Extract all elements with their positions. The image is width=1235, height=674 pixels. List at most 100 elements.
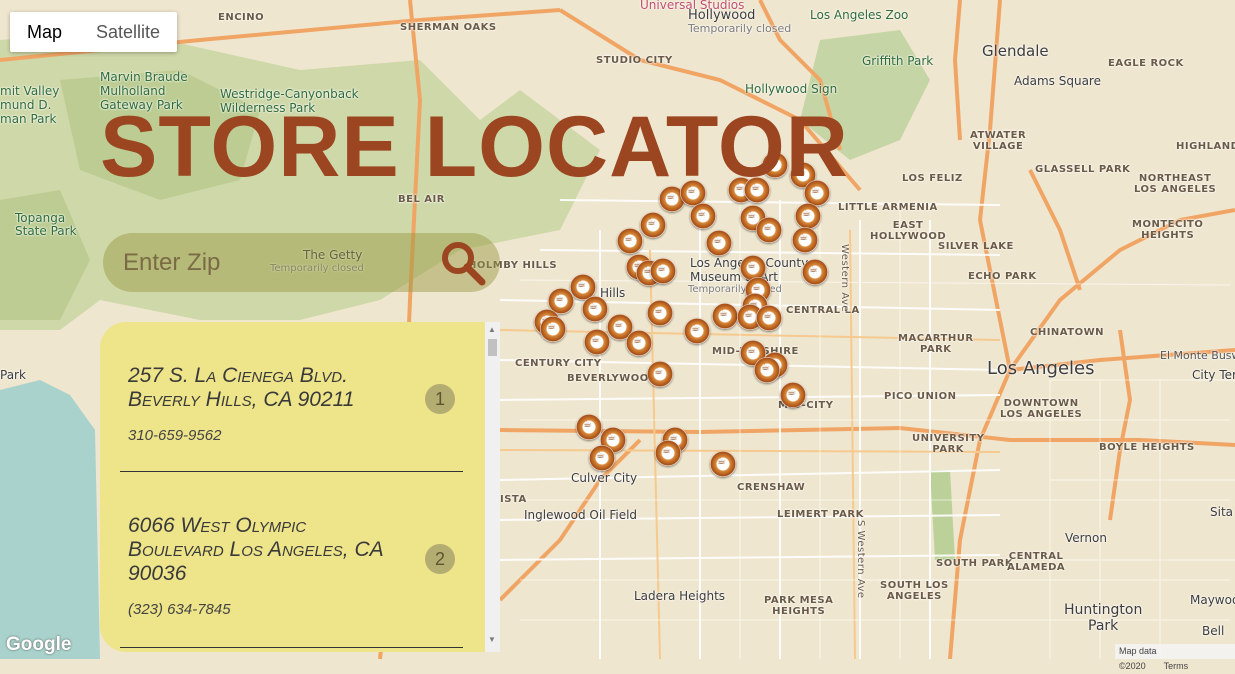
label-atwater: ATWATER VILLAGE [970, 130, 1027, 152]
page-title: STORE LOCATOR [100, 99, 849, 195]
label-culver-city: Culver City [571, 471, 638, 485]
store-marker[interactable] [640, 212, 666, 238]
store-marker[interactable] [647, 300, 673, 326]
store-marker[interactable] [684, 318, 710, 344]
label-inglewood-oil: Inglewood Oil Field [524, 508, 638, 522]
label-bel-air: BEL AIR [398, 194, 445, 205]
label-western-ave: Western Ave [839, 244, 850, 313]
label-macarthur: MACARTHUR PARK [898, 333, 974, 355]
label-beverlywood: BEVERLYWOOD [567, 373, 658, 384]
scroll-up-icon[interactable]: ▲ [488, 325, 496, 334]
label-ladera: Ladera Heights [634, 589, 726, 603]
satellite-view-button[interactable]: Satellite [79, 12, 177, 52]
store-marker[interactable] [710, 451, 736, 477]
zip-search-bar [103, 233, 500, 292]
label-encino: ENCINO [218, 12, 265, 23]
store-marker[interactable] [589, 445, 615, 471]
store-marker[interactable] [582, 296, 608, 322]
label-montecito: MONTECITO HEIGHTS [1132, 219, 1204, 241]
label-glassell: GLASSELL PARK [1035, 164, 1131, 175]
label-bell: Bell [1202, 624, 1225, 638]
scroll-down-icon[interactable]: ▼ [488, 635, 496, 644]
store-marker[interactable] [540, 316, 566, 342]
label-university-park: UNIVERSITY PARK [912, 433, 985, 455]
store-marker[interactable] [617, 228, 643, 254]
label-eagle-rock: EAGLE ROCK [1108, 58, 1184, 69]
map-view-button[interactable]: Map [10, 12, 79, 52]
label-griffith-park: Griffith Park [862, 54, 934, 68]
store-address: 257 S. La Cienega Blvd. Beverly Hills, C… [128, 364, 355, 411]
label-huntington: Huntington Park [1064, 602, 1143, 634]
label-downtown: DOWNTOWN LOS ANGELES [1000, 398, 1083, 420]
label-sherman-oaks: SHERMAN OAKS [400, 22, 497, 33]
label-maywood: Maywoo [1190, 593, 1235, 607]
store-address: 6066 West Olympic Boulevard Los Angeles,… [128, 514, 384, 585]
label-summit-valley: mit Valley mund D. man Park [0, 84, 60, 126]
label-los-angeles: Los Angeles [987, 358, 1095, 379]
label-topanga: Topanga State Park [15, 211, 77, 238]
label-south-park: SOUTH PARK [936, 558, 1014, 569]
label-el-monte: El Monte Busway [1160, 349, 1235, 362]
map-type-control: Map Satellite [10, 12, 178, 52]
label-park-mesa: PARK MESA HEIGHTS [764, 595, 834, 617]
store-number-badge: 2 [425, 544, 455, 574]
store-marker[interactable] [792, 227, 818, 253]
label-hollywood-top: Hollywood [688, 8, 756, 23]
store-marker[interactable] [712, 303, 738, 329]
label-adams-square: Adams Square [1014, 74, 1101, 88]
store-marker[interactable] [650, 258, 676, 284]
label-ista: ISTA [500, 494, 527, 505]
label-los-feliz: LOS FELIZ [902, 173, 963, 184]
label-studio-city: STUDIO CITY [596, 55, 673, 66]
label-central-alameda: CENTRAL ALAMEDA [1007, 551, 1066, 573]
store-marker[interactable] [795, 203, 821, 229]
store-marker[interactable] [576, 414, 602, 440]
store-marker[interactable] [690, 203, 716, 229]
map-attribution: Map data ©2020 Terms [1115, 644, 1235, 671]
label-city-terrace: City Ter [1192, 368, 1235, 382]
label-century-city: CENTURY CITY [515, 358, 602, 369]
store-phone: (323) 634-7845 [128, 601, 231, 618]
label-glendale: Glendale [982, 42, 1049, 60]
label-leimert: LEIMERT PARK [777, 509, 864, 520]
divider [120, 471, 463, 472]
label-echo-park: ECHO PARK [968, 271, 1037, 282]
store-list-scrollbar[interactable]: ▲ ▼ [485, 322, 500, 652]
label-vernon: Vernon [1065, 531, 1107, 545]
store-marker[interactable] [802, 259, 828, 285]
label-hills: Hills [600, 286, 626, 300]
label-boyle-heights: BOYLE HEIGHTS [1099, 442, 1195, 453]
label-sita: Sita [1210, 505, 1234, 519]
label-la-zoo: Los Angeles Zoo [810, 8, 909, 22]
label-s-western-ave: S Western Ave [855, 520, 866, 599]
store-marker[interactable] [655, 440, 681, 466]
store-marker[interactable] [647, 361, 673, 387]
label-northeast-la: NORTHEAST LOS ANGELES [1134, 173, 1217, 195]
label-highland: HIGHLAND [1176, 141, 1235, 152]
google-logo: Google [6, 634, 72, 655]
label-chinatown: CHINATOWN [1030, 327, 1104, 338]
store-number-badge: 1 [425, 384, 455, 414]
search-icon[interactable] [438, 238, 488, 288]
zip-input[interactable] [121, 247, 425, 279]
label-temp-closed-1: Temporarily closed [688, 22, 792, 35]
terms-link[interactable]: Terms [1164, 661, 1189, 671]
label-hollywood-sign: Hollywood Sign [745, 82, 838, 96]
store-marker[interactable] [780, 382, 806, 408]
divider [120, 647, 463, 648]
store-marker[interactable] [626, 330, 652, 356]
label-crenshaw: CRENSHAW [737, 482, 806, 493]
label-south-la: SOUTH LOS ANGELES [880, 580, 949, 602]
store-marker[interactable] [756, 217, 782, 243]
store-marker[interactable] [756, 305, 782, 331]
store-marker[interactable] [706, 230, 732, 256]
label-little-armenia: LITTLE ARMENIA [838, 202, 938, 213]
store-marker[interactable] [754, 357, 780, 383]
label-east-hollywood: EAST HOLLYWOOD [870, 220, 947, 242]
label-silver-lake: SILVER LAKE [938, 241, 1014, 252]
store-phone: 310-659-9562 [128, 427, 222, 444]
label-pico-union: PICO UNION [884, 391, 957, 402]
scrollbar-thumb[interactable] [488, 339, 497, 356]
store-marker[interactable] [584, 329, 610, 355]
label-park-left: Park [0, 368, 26, 382]
